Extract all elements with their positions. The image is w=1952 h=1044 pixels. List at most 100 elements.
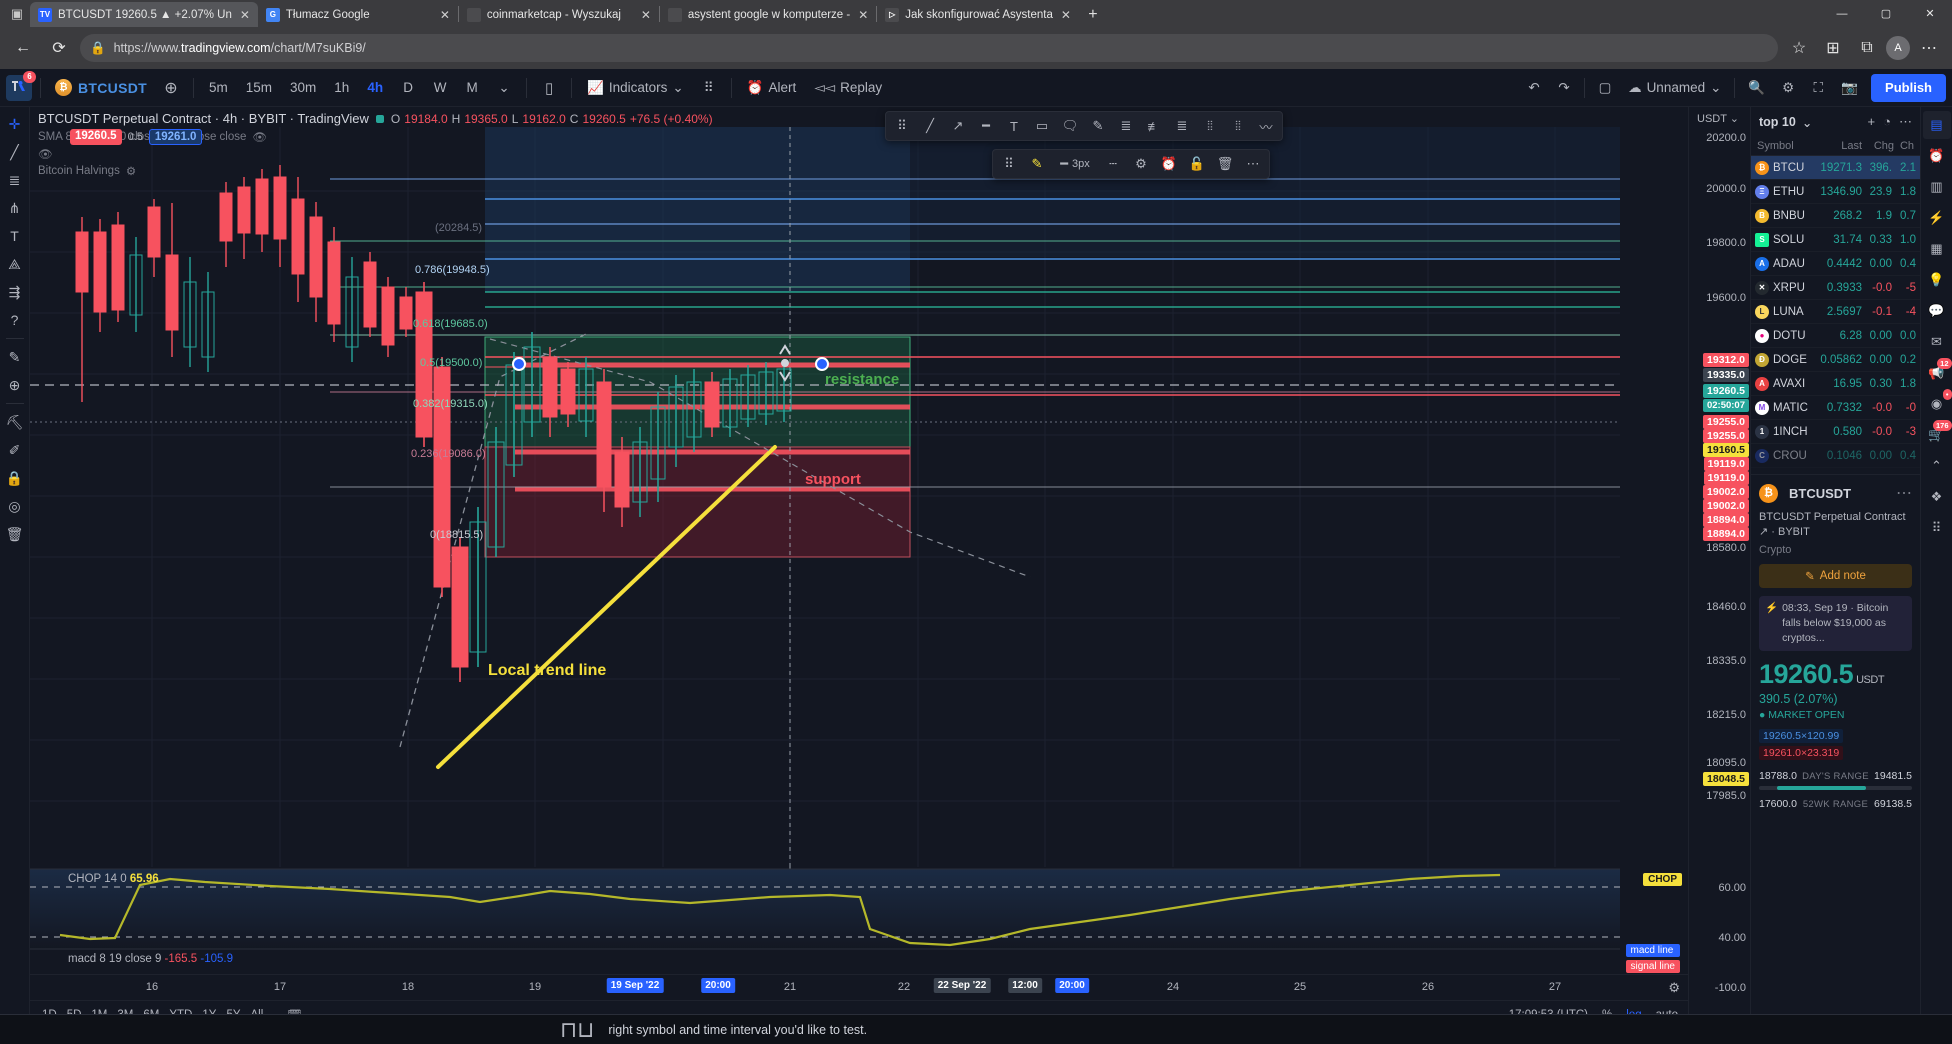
chart-canvas[interactable] <box>30 107 1682 1044</box>
pie-icon[interactable]: ◔ <box>1883 114 1891 130</box>
grid-icon[interactable]: ⠿ <box>695 74 723 102</box>
alerts-icon[interactable]: ⏰ <box>1923 142 1951 170</box>
watchlist-row-1inch[interactable]: 1 1INCH 0.580 -0.0 -3 <box>1751 420 1920 444</box>
news-item[interactable]: ⚡ 08:33, Sep 19 · Bitcoin falls below $1… <box>1759 595 1912 652</box>
data-window-icon[interactable]: ▥ <box>1923 173 1951 201</box>
color-picker-icon[interactable]: ✎ <box>1024 152 1050 176</box>
annotation-resistance[interactable]: resistance <box>825 371 899 388</box>
add-note-button[interactable]: ✎ Add note <box>1759 563 1912 588</box>
watchlist-row-sol[interactable]: S SOLU 31.74 0.33 1.0 <box>1751 228 1920 252</box>
legend-halvings[interactable]: Bitcoin Halvings ⚙ <box>38 164 713 178</box>
avatar[interactable]: A <box>1886 36 1910 60</box>
hide-drawings-icon[interactable]: ◎ <box>2 493 28 519</box>
close-tab-icon[interactable]: ✕ <box>238 8 252 22</box>
window-close-button[interactable]: ✕ <box>1908 0 1952 27</box>
settings-icon[interactable]: ⚙ <box>126 164 136 178</box>
watchlist-row-cro[interactable]: C CROU 0.1046 0.00 0.4 <box>1751 444 1920 468</box>
split-screen-icon[interactable]: ⧉ <box>1852 33 1882 63</box>
zoom-icon[interactable]: ⊕ <box>2 372 28 398</box>
apps-icon[interactable]: ⠿ <box>1923 514 1951 542</box>
more-icon[interactable]: ⋯ <box>1899 114 1912 130</box>
drawing-tools-floating-bar[interactable]: ⠿ ╱ ↗ ━ T ▭ 🗨 ✎ ≣ ≢ ≣ ⦙⦙ ⦙⦙ 〰 <box>885 111 1283 141</box>
private-chat-icon[interactable]: ✉ <box>1923 328 1951 356</box>
pitchfork-icon[interactable]: ⦙⦙ <box>1197 114 1223 138</box>
tab-list-icon[interactable]: ▣ <box>4 0 30 27</box>
text-tool-icon[interactable]: T <box>2 223 28 249</box>
legend-volume[interactable]: 👁 <box>38 147 713 161</box>
remove-drawings-icon[interactable]: 🗑 <box>2 521 28 547</box>
reload-button[interactable]: ⟳ <box>44 33 74 63</box>
elliott-icon[interactable]: 〰 <box>1253 114 1279 138</box>
patterns-icon[interactable]: ⟁ <box>2 251 28 277</box>
replay-button[interactable]: ◅◅ Replay <box>807 74 889 102</box>
watchlist-title[interactable]: top 10 <box>1759 115 1796 129</box>
broadcast-icon[interactable]: 📢 12 <box>1923 358 1952 387</box>
address-bar[interactable]: 🔒 https://www.tradingview.com/chart/M7su… <box>80 34 1778 62</box>
external-link-icon[interactable]: ↗ <box>1759 526 1768 538</box>
watchlist-row-xrp[interactable]: ✕ XRPU 0.3933 -0.0 -5 <box>1751 276 1920 300</box>
interval-4h[interactable]: 4h <box>360 74 390 102</box>
add-symbol-button[interactable]: ⊕ <box>157 74 185 102</box>
indicators-button[interactable]: 📈 Indicators ⌄ <box>580 74 691 102</box>
browser-tab-3[interactable]: asystent google w komputerze - ✕ <box>660 2 876 27</box>
back-button[interactable]: ← <box>8 33 38 63</box>
gann-icon[interactable]: ⦙⦙ <box>1225 114 1251 138</box>
browser-menu-icon[interactable]: ⋯ <box>1914 33 1944 63</box>
ray-icon[interactable]: ↗ <box>945 114 971 138</box>
chevron-down-icon[interactable]: ⌄ <box>1802 115 1812 130</box>
annotation-local-trend-line[interactable]: Local trend line <box>488 662 606 680</box>
drag-handle-icon[interactable]: ⠿ <box>889 114 915 138</box>
camera-icon[interactable]: 📷 <box>1834 74 1865 102</box>
new-tab-button[interactable]: + <box>1079 2 1107 27</box>
ideas-icon[interactable]: 💡 <box>1923 266 1951 294</box>
trash-icon[interactable]: 🗑 <box>1212 152 1238 176</box>
chat-icon[interactable]: 💬 <box>1923 297 1951 325</box>
watchlist-row-doge[interactable]: Ð DOGE 0.05862 0.00 0.2 <box>1751 348 1920 372</box>
candle-style-icon[interactable]: ▯ <box>535 74 563 102</box>
watchlist-row-eth[interactable]: Ξ ETHU 1346.90 23.9 1.8 <box>1751 180 1920 204</box>
note-icon[interactable]: 🗨 <box>1057 114 1083 138</box>
interval-30m[interactable]: 30m <box>283 74 323 102</box>
close-tab-icon[interactable]: ✕ <box>438 8 452 22</box>
text-icon[interactable]: T <box>1001 114 1027 138</box>
cross-cursor-icon[interactable]: ✛ <box>2 111 28 137</box>
panel-settings-gear-icon[interactable]: ⚙ <box>1668 980 1680 996</box>
interval-d[interactable]: D <box>394 74 422 102</box>
stay-in-drawing-icon[interactable]: ✐ <box>2 437 28 463</box>
symbol-search-button[interactable]: ₿ BTCUSDT <box>49 74 153 102</box>
brush-icon[interactable]: ✎ <box>1085 114 1111 138</box>
publish-button[interactable]: Publish <box>1871 73 1946 102</box>
interval-more-caret-icon[interactable]: ⌄ <box>490 74 518 102</box>
interval-w[interactable]: W <box>426 74 454 102</box>
interval-1h[interactable]: 1h <box>327 74 356 102</box>
alarm-icon[interactable]: ⏰ <box>1156 152 1182 176</box>
orders-icon[interactable]: 🛒 176 <box>1923 420 1952 449</box>
gear-icon[interactable]: ⚙ <box>1774 74 1802 102</box>
lock-icon[interactable]: 🔓 <box>1184 152 1210 176</box>
objects-tree-icon[interactable]: ❖ <box>1923 483 1951 511</box>
drawing-style-bar[interactable]: ⠿ ✎ ━ 3px ┄ ⚙ ⏰ 🔓 🗑 ⋯ <box>992 149 1270 179</box>
emoji-icon[interactable]: ? <box>2 307 28 333</box>
templates-icon[interactable]: ⠿ <box>996 152 1022 176</box>
watchlist-icon[interactable]: ▤ <box>1922 111 1951 139</box>
notes-icon[interactable]: ⌃ <box>1923 452 1951 480</box>
close-tab-icon[interactable]: ✕ <box>1059 8 1073 22</box>
prediction-icon[interactable]: ⇶ <box>2 279 28 305</box>
annotation-support[interactable]: support <box>805 471 861 488</box>
search-icon[interactable]: 🔍 <box>1741 74 1772 102</box>
fib-icon[interactable]: ≣ <box>1113 114 1139 138</box>
interval-15m[interactable]: 15m <box>239 74 279 102</box>
browser-tab-4[interactable]: ▷ Jak skonfigurować Asystenta ✕ <box>877 2 1079 27</box>
browser-tab-0[interactable]: TV BTCUSDT 19260.5 ▲ +2.07% Un ✕ <box>30 2 258 27</box>
magnet-icon[interactable]: ⛏ <box>2 409 28 435</box>
window-minimize-button[interactable]: — <box>1820 0 1864 27</box>
watchlist-row-luna[interactable]: L LUNA 2.5697 -0.1 -4 <box>1751 300 1920 324</box>
callout-icon[interactable]: ▭ <box>1029 114 1055 138</box>
interval-5m[interactable]: 5m <box>202 74 235 102</box>
layout-icon[interactable]: ▢ <box>1591 74 1619 102</box>
lock-drawings-icon[interactable]: 🔒 <box>2 465 28 491</box>
watchlist-row-dot[interactable]: ● DOTU 6.28 0.00 0.0 <box>1751 324 1920 348</box>
watchlist-row-avax[interactable]: A AVAXI 16.95 0.30 1.8 <box>1751 372 1920 396</box>
stream-icon[interactable]: ◉ • <box>1923 389 1952 418</box>
fullscreen-icon[interactable]: ⛶ <box>1804 74 1832 102</box>
